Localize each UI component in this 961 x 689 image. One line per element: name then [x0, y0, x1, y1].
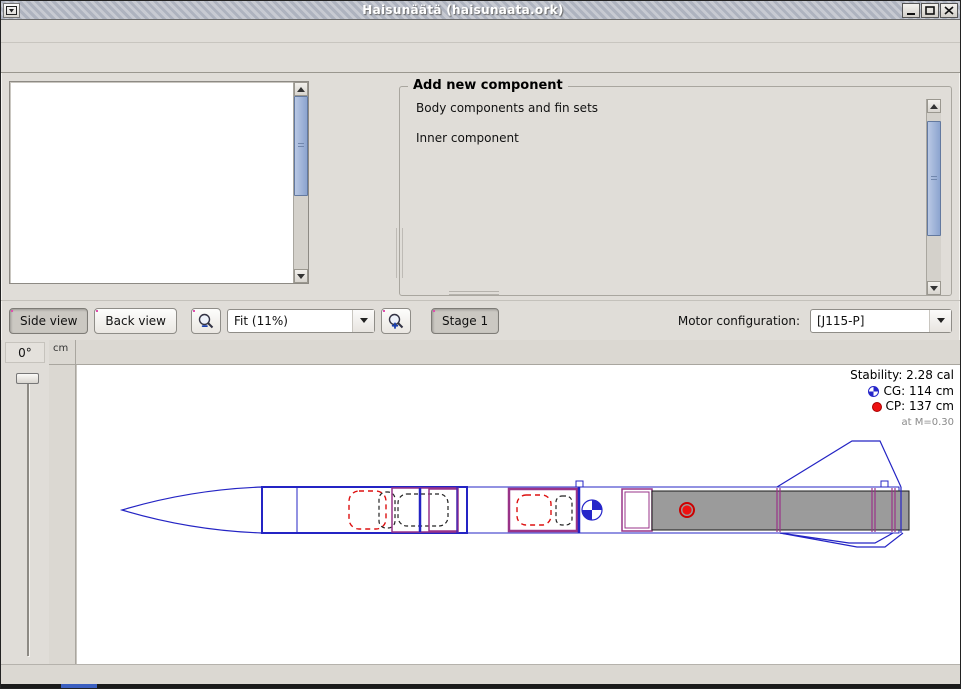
add-new-component-group: Add new component Body components and fi…	[399, 86, 952, 296]
close-button[interactable]	[940, 3, 958, 18]
cg-icon	[868, 386, 879, 397]
magnifier-plus-icon	[387, 312, 405, 330]
back-view-button[interactable]: Back view	[94, 308, 177, 334]
tree-scrollbar-thumb[interactable]	[294, 96, 308, 196]
rotation-readout: 0°	[5, 342, 45, 363]
window-menu-icon	[6, 6, 17, 15]
combo-arrow-button[interactable]	[929, 310, 951, 332]
rocket-drawing	[77, 365, 960, 664]
zoom-level-value: Fit (11%)	[228, 314, 352, 328]
motor-configuration-label: Motor configuration:	[678, 314, 800, 328]
horizontal-ruler	[76, 340, 960, 365]
component-scrollbar-thumb[interactable]	[927, 121, 941, 236]
window-title: Haisunäätä (haisunaata.ork)	[24, 3, 902, 17]
zoom-out-button[interactable]	[191, 308, 221, 334]
cp-icon	[872, 402, 882, 412]
scroll-down-button[interactable]	[927, 281, 941, 295]
component-panel-scrollbar[interactable]	[926, 99, 941, 295]
motor-configuration-select[interactable]: [J115-P]	[810, 309, 952, 333]
scroll-up-button[interactable]	[927, 99, 941, 113]
menu-bar	[1, 20, 960, 43]
scroll-up-button[interactable]	[294, 82, 308, 96]
app-window: Haisunäätä (haisunaata.ork) Add new comp…	[0, 0, 961, 689]
mach-note: at M=0.30	[850, 415, 954, 431]
tab-strip	[1, 43, 960, 73]
add-component-title: Add new component	[408, 78, 568, 93]
zoom-in-button[interactable]	[381, 308, 411, 334]
window-bottom-edge	[1, 684, 960, 688]
tree-scrollbar[interactable]	[293, 82, 308, 283]
magnifier-minus-icon	[197, 312, 215, 330]
ruler-unit-label: cm	[49, 340, 76, 365]
combo-arrow-button[interactable]	[352, 310, 374, 332]
body-components-label: Body components and fin sets	[416, 101, 926, 115]
cg-marker	[582, 500, 602, 520]
cg-value: CG: 114 cm	[883, 384, 954, 400]
status-bar	[1, 664, 960, 684]
rotation-slider-track	[27, 377, 29, 656]
chevron-down-icon	[937, 318, 945, 323]
rocket-design-panel: Add new component Body components and fi…	[1, 73, 960, 300]
side-view-button[interactable]: Side view	[9, 308, 88, 334]
rotation-slider-column	[1, 365, 49, 664]
rocket-canvas[interactable]: Stability: 2.28 cal CG: 114 cm CP: 137 c…	[76, 365, 960, 664]
rocket-view-area: 0° cm	[1, 340, 960, 664]
cp-value: CP: 137 cm	[886, 399, 954, 415]
stability-value: Stability: 2.28 cal	[850, 368, 954, 384]
scroll-down-button[interactable]	[294, 269, 308, 283]
component-tree	[9, 81, 309, 284]
minimize-button[interactable]	[902, 3, 920, 18]
zoom-level-select[interactable]: Fit (11%)	[227, 309, 375, 333]
window-menu-button[interactable]	[3, 3, 20, 18]
motor-configuration-value: [J115-P]	[811, 314, 929, 328]
view-toolbar: Side view Back view Fit (11%) Stage 1	[1, 300, 960, 340]
maximize-button[interactable]	[921, 3, 939, 18]
vertical-ruler	[49, 365, 76, 664]
stability-info: Stability: 2.28 cal CG: 114 cm CP: 137 c…	[850, 368, 954, 430]
title-bar: Haisunäätä (haisunaata.ork)	[1, 1, 960, 20]
rotation-slider-handle[interactable]	[16, 373, 39, 384]
chevron-down-icon	[360, 318, 368, 323]
stage-1-toggle[interactable]: Stage 1	[431, 308, 499, 334]
inner-component-label: Inner component	[416, 131, 926, 145]
